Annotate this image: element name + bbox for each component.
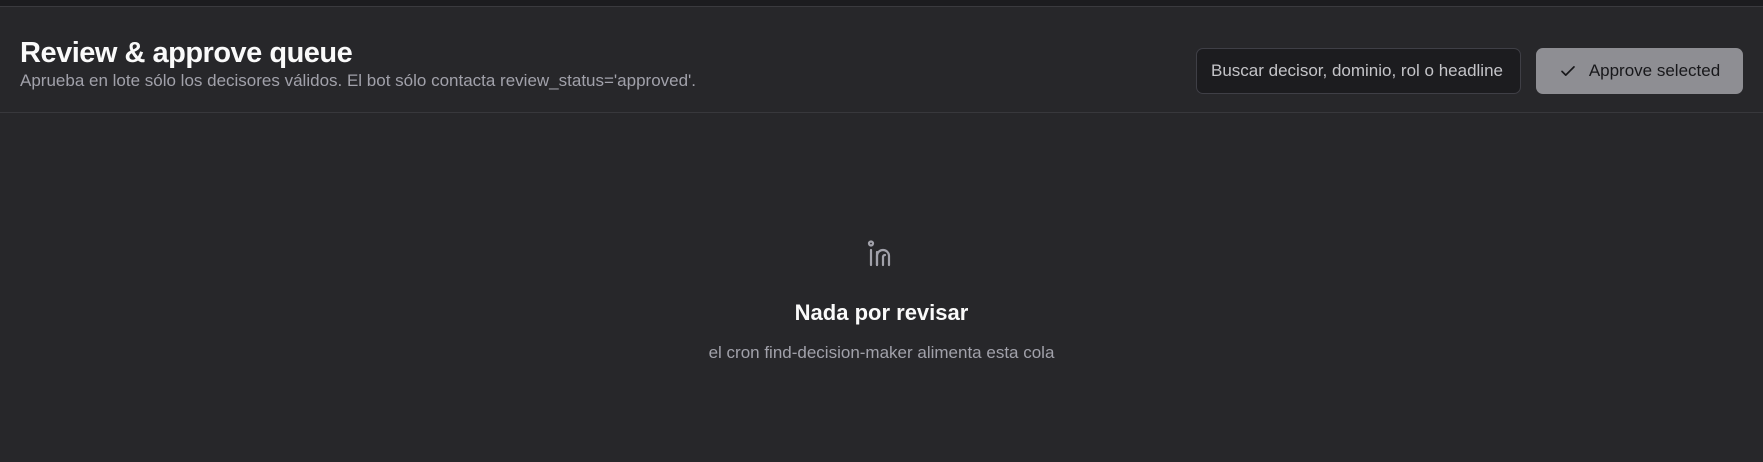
page-subtitle: Aprueba en lote sólo los decisores válid… — [20, 71, 697, 90]
approve-selected-button[interactable]: Approve selected — [1536, 48, 1743, 94]
top-bar — [0, 0, 1763, 7]
linkedin-icon — [866, 239, 896, 269]
approve-selected-label: Approve selected — [1588, 61, 1721, 80]
empty-state: Nada por revisar el cron find-decision-m… — [0, 113, 1763, 462]
empty-state-title: Nada por revisar — [794, 300, 969, 325]
page-title: Review & approve queue — [20, 37, 353, 69]
search-input[interactable] — [1196, 48, 1521, 94]
page-header: Review & approve queue Aprueba en lote s… — [0, 7, 1763, 113]
empty-state-subtitle: el cron find-decision-maker alimenta est… — [708, 343, 1055, 362]
check-icon — [1559, 62, 1577, 80]
